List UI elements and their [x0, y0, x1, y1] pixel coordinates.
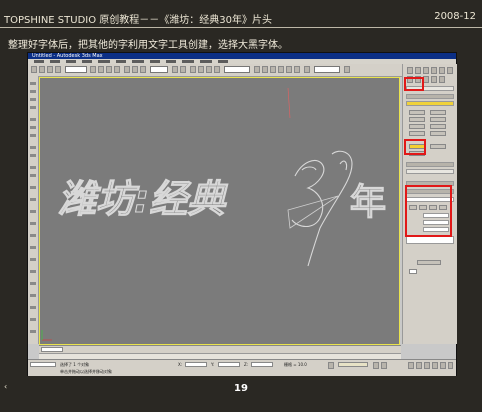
zoom-all-icon[interactable] [416, 362, 422, 369]
document-date: 2008-12 [434, 11, 476, 22]
autogrid-toggle[interactable] [406, 101, 454, 106]
window-crossing-icon[interactable] [114, 66, 120, 73]
quick-render-icon[interactable] [344, 66, 350, 73]
arc-button[interactable] [409, 124, 425, 129]
header-divider [0, 27, 482, 28]
x-coordinate-field[interactable] [185, 362, 207, 367]
percent-snap-icon[interactable] [206, 66, 212, 73]
render-setup-icon[interactable] [304, 66, 310, 73]
text-input-box[interactable] [406, 236, 454, 244]
cameras-icon[interactable] [431, 76, 437, 83]
play-icon[interactable] [373, 362, 379, 369]
donut-button[interactable] [430, 124, 446, 129]
helpers-icon[interactable] [439, 76, 445, 83]
update-button[interactable] [417, 260, 441, 265]
snap-icon[interactable] [190, 66, 196, 73]
utilities-tab-icon[interactable] [447, 67, 453, 74]
circle-button[interactable] [409, 117, 425, 122]
y-coordinate-field[interactable] [218, 362, 240, 367]
outline-text-main: 潍坊:经典 [58, 177, 228, 221]
zoom-extents-icon[interactable] [424, 362, 430, 369]
highlight-create-panel [404, 77, 424, 91]
rectangle-button[interactable] [430, 110, 446, 115]
select-icon[interactable] [90, 66, 96, 73]
ellipse-button[interactable] [430, 117, 446, 122]
angle-snap-icon[interactable] [198, 66, 204, 73]
document-header: TOPSHINE STUDIO 原创教程－－《潍坊：经典30年》片头 2008-… [0, 0, 482, 30]
key-filter-dropdown[interactable] [338, 362, 368, 367]
x-label: X: [178, 362, 183, 367]
y-label: Y: [211, 362, 215, 367]
viewport-canvas: 潍坊:经典 年 [41, 87, 387, 341]
prompt-hint: 单击并拖动以选择并移动对象 [60, 369, 112, 374]
name-color-rollout[interactable] [406, 162, 454, 167]
mirror-icon[interactable] [254, 66, 260, 73]
motion-tab-icon[interactable] [431, 67, 437, 74]
spinner-snap-icon[interactable] [214, 66, 220, 73]
object-type-rollout[interactable] [406, 94, 454, 99]
filter-dropdown[interactable] [65, 66, 87, 73]
hierarchy-tab-icon[interactable] [423, 67, 429, 74]
axis-line [287, 87, 291, 119]
render-type-dropdown[interactable] [314, 66, 340, 73]
curve-editor-icon[interactable] [278, 66, 284, 73]
z-label: Z: [244, 362, 249, 367]
grid-size: 栅格 = 10.0 [284, 362, 307, 367]
helix-button[interactable] [430, 144, 446, 149]
schematic-icon[interactable] [286, 66, 292, 73]
rotate-icon[interactable] [132, 66, 138, 73]
document-title: TOPSHINE STUDIO 原创教程－－《潍坊：经典30年》片头 [4, 15, 273, 26]
highlight-text-tool [404, 139, 426, 155]
named-selection-dropdown[interactable] [224, 66, 250, 73]
z-coordinate-field[interactable] [251, 362, 273, 367]
select-manipulate-icon[interactable] [180, 66, 186, 73]
layer-icon[interactable] [270, 66, 276, 73]
perspective-viewport[interactable]: 潍坊:经典 年 [39, 77, 400, 345]
display-tab-icon[interactable] [439, 67, 445, 74]
main-toolbar [28, 64, 402, 77]
orbit-icon[interactable] [440, 362, 446, 369]
auto-key-icon[interactable] [328, 362, 334, 369]
modify-tab-icon[interactable] [415, 67, 421, 74]
highlight-parameters [405, 185, 452, 237]
pivot-icon[interactable] [172, 66, 178, 73]
ngon-button[interactable] [409, 131, 425, 136]
scale-icon[interactable] [140, 66, 146, 73]
pan-icon[interactable] [432, 362, 438, 369]
material-editor-icon[interactable] [294, 66, 300, 73]
align-icon[interactable] [262, 66, 268, 73]
left-toolbar [28, 76, 39, 344]
time-slider-thumb[interactable] [41, 347, 63, 352]
coordinate-dropdown[interactable] [150, 66, 168, 73]
page-number: 19 [234, 383, 248, 394]
star-button[interactable] [430, 131, 446, 136]
link-icon[interactable] [47, 66, 53, 73]
manual-update-checkbox[interactable] [409, 269, 417, 274]
status-bar: 选择了 1 个对象 单击并拖动以选择并移动对象 X: Y: Z: 栅格 = 10… [28, 359, 456, 376]
object-name-field[interactable] [406, 169, 454, 174]
outline-text-year: 年 [350, 182, 386, 223]
redo-icon[interactable] [39, 66, 45, 73]
maxscript-listener[interactable] [30, 362, 56, 367]
maximize-viewport-icon[interactable] [448, 362, 453, 369]
zoom-icon[interactable] [408, 362, 414, 369]
app-screenshot: Untitled - Autodesk 3ds Max 潍坊:经典 年 选择了 … [27, 52, 457, 376]
selection-status: 选择了 1 个对象 [60, 362, 90, 367]
line-button[interactable] [409, 110, 425, 115]
instruction-text: 整理好字体后，把其他的字利用文字工具创建，选择大黑字体。 [8, 40, 288, 51]
next-frame-icon[interactable] [381, 362, 387, 369]
select-by-name-icon[interactable] [98, 66, 104, 73]
calligraphy-30-outline [291, 150, 353, 267]
undo-icon[interactable] [31, 66, 37, 73]
unlink-icon[interactable] [55, 66, 61, 73]
region-select-icon[interactable] [106, 66, 112, 73]
move-icon[interactable] [124, 66, 130, 73]
create-tab-icon[interactable] [407, 67, 413, 74]
